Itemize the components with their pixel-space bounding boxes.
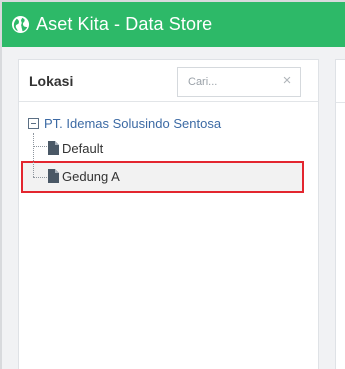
tree-guide-line [33, 133, 34, 177]
location-tree: PT. Idemas Solusindo Sentosa Default Ged… [19, 103, 318, 369]
app-title: Aset Kita - Data Store [36, 14, 213, 34]
close-icon[interactable]: × [280, 73, 294, 88]
search-input[interactable] [178, 68, 278, 96]
tree-node-label[interactable]: Default [62, 141, 103, 156]
collapse-box-icon[interactable] [28, 117, 39, 129]
file-icon [48, 169, 59, 183]
panel-title: Lokasi [29, 73, 74, 89]
search-box: × [177, 67, 301, 97]
tree-node-label[interactable]: Gedung A [62, 169, 120, 184]
divider [336, 102, 345, 103]
panel-header: Lokasi × [19, 60, 318, 102]
app-header: Aset Kita - Data Store [2, 2, 345, 47]
tree-node-gedung-a[interactable]: Gedung A [48, 166, 120, 186]
globe-icon [11, 15, 30, 34]
file-icon [48, 141, 59, 155]
location-panel: Lokasi × PT. Idemas Solusindo Sentosa De… [18, 59, 319, 369]
content-panel-edge [335, 59, 345, 369]
tree-node-root[interactable]: PT. Idemas Solusindo Sentosa [28, 114, 221, 132]
tree-guide-line [33, 146, 49, 147]
tree-guide-line [33, 177, 49, 178]
app-window: Aset Kita - Data Store Lokasi × PT. Idem… [0, 0, 345, 369]
tree-node-root-label[interactable]: PT. Idemas Solusindo Sentosa [44, 116, 221, 131]
tree-node-default[interactable]: Default [48, 138, 103, 158]
